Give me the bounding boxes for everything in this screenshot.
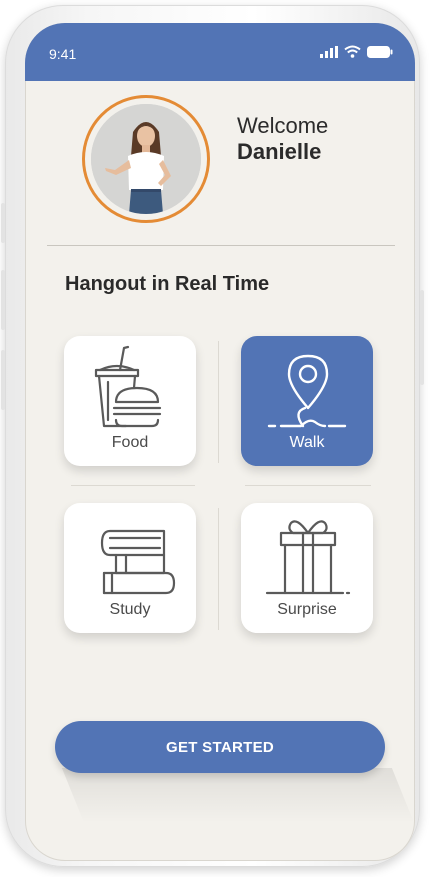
phone-power-button — [420, 290, 424, 385]
status-icons — [320, 45, 393, 58]
food-drink-burger-icon — [94, 345, 162, 428]
avatar[interactable] — [91, 104, 201, 214]
grid-divider-vertical-top — [218, 341, 219, 463]
welcome-block: Welcome Danielle — [237, 113, 328, 165]
option-card-walk[interactable]: Walk — [241, 336, 373, 466]
welcome-greeting: Welcome — [237, 113, 329, 138]
status-time: 9:41 — [49, 46, 77, 62]
profile-photo — [91, 104, 201, 214]
avatar-ring — [82, 95, 210, 223]
get-started-button[interactable]: GET STARTED — [55, 721, 385, 773]
app-screen: 9:41 Welcome Danielle Hangout in Real Ti… — [25, 23, 415, 861]
phone-volume-down-button — [1, 350, 5, 410]
section-title: Hangout in Real Time — [65, 273, 270, 295]
option-label-study: Study — [109, 601, 151, 618]
gift-box-icon — [265, 520, 351, 595]
option-card-study[interactable]: Study — [64, 503, 196, 633]
grid-divider-horizontal-left — [71, 485, 195, 486]
phone-frame: 9:41 Welcome Danielle Hangout in Real Ti… — [1, 5, 424, 867]
option-label-surprise: Surprise — [277, 601, 337, 618]
option-label-food: Food — [111, 434, 149, 451]
cta-shadow — [61, 768, 415, 823]
books-stack-icon — [100, 529, 176, 595]
phone-side-button — [1, 203, 5, 243]
option-label-walk: Walk — [289, 434, 325, 451]
wifi-icon — [344, 45, 361, 58]
option-card-food[interactable]: Food — [64, 336, 196, 466]
header-divider — [47, 245, 395, 246]
status-bar: 9:41 — [25, 23, 415, 81]
user-name: Danielle — [237, 139, 322, 164]
grid-divider-vertical-bottom — [218, 508, 219, 630]
phone-volume-up-button — [1, 270, 5, 330]
location-pin-path-icon — [267, 354, 347, 428]
battery-icon — [367, 45, 393, 58]
option-card-surprise[interactable]: Surprise — [241, 503, 373, 633]
grid-divider-horizontal-right — [245, 485, 371, 486]
signal-icon — [320, 45, 338, 58]
